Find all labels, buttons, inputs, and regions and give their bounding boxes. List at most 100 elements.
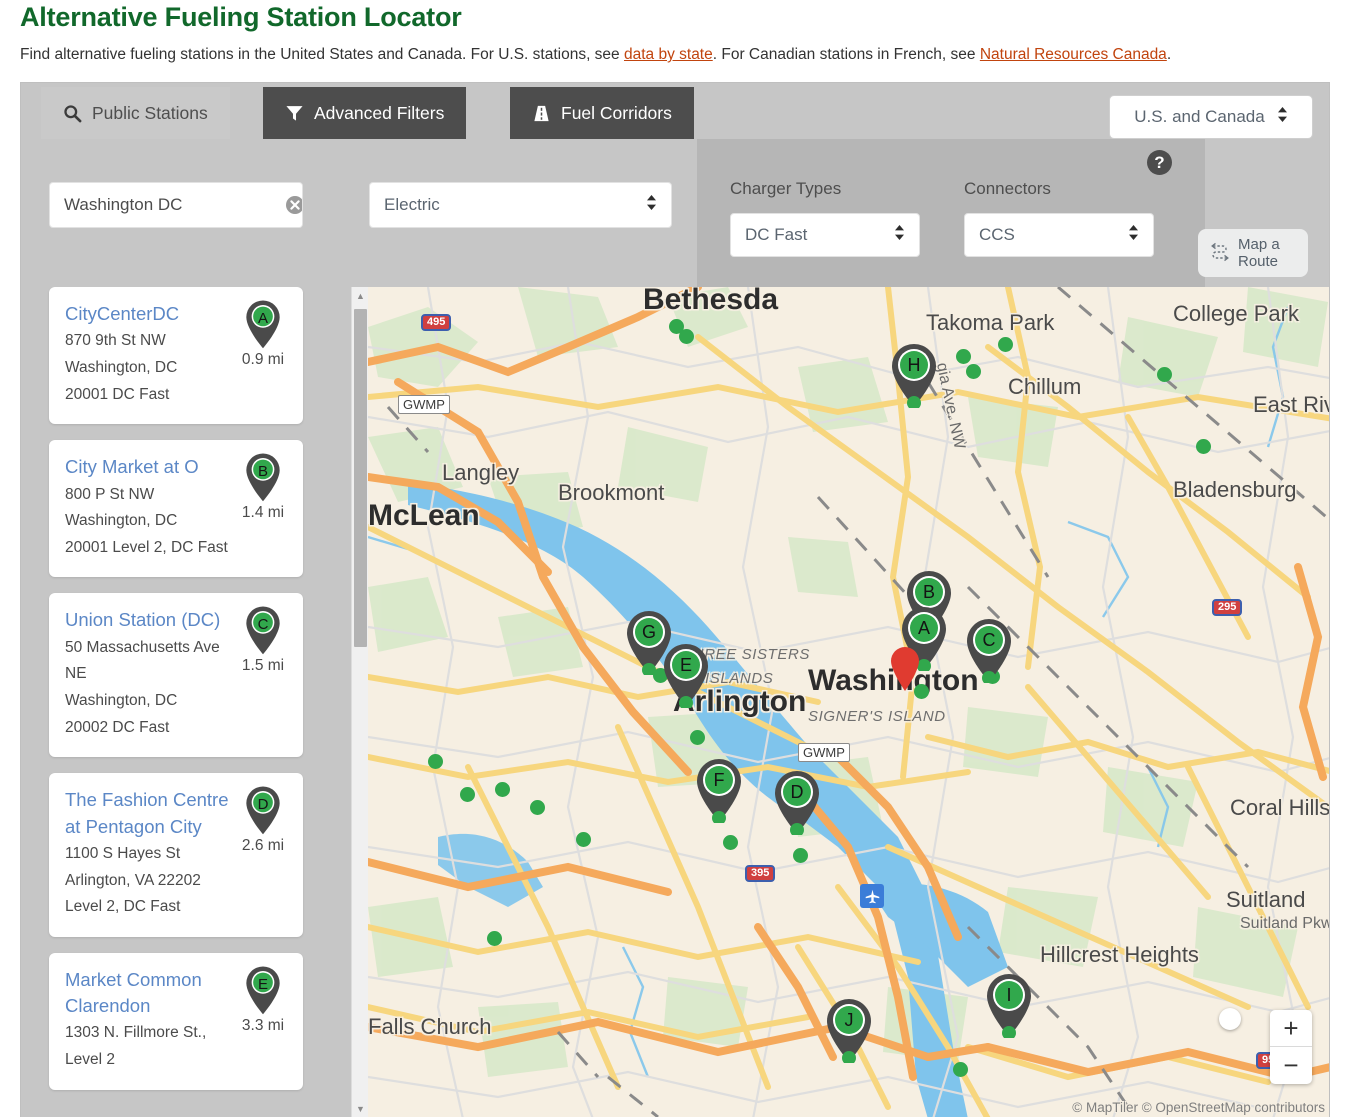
map-station-pin[interactable]: I (983, 972, 1035, 1040)
station-marker-icon: D 2.6 mi (237, 785, 289, 855)
results-and-map: CityCenterDC 870 9th St NW Washington, DC 2… (21, 287, 1329, 1117)
map-poi-dot[interactable] (956, 349, 971, 364)
map-route-line1: Map a (1238, 235, 1280, 253)
map-station-pin[interactable]: F (693, 757, 745, 825)
charger-types-label: Charger Types (730, 179, 842, 198)
map-poi-dot[interactable] (460, 787, 475, 802)
region-select[interactable]: U.S. and Canada (1109, 95, 1313, 139)
airport-icon (860, 884, 884, 908)
station-list-scrollbar[interactable]: ▲ ▼ (351, 287, 369, 1117)
map-poi-dot[interactable] (690, 730, 705, 745)
station-card[interactable]: Union Station (DC) 50 Massachusetts Ave N… (49, 593, 303, 758)
tab-fuel-corridors[interactable]: Fuel Corridors (510, 87, 694, 139)
station-distance: 2.6 mi (241, 837, 285, 855)
region-select-value: U.S. and Canada (1134, 107, 1265, 126)
scroll-down-arrow[interactable]: ▼ (352, 1100, 369, 1117)
map-poi-dot[interactable] (487, 931, 502, 946)
map-poi-dot[interactable] (576, 832, 591, 847)
tab-advanced-filters[interactable]: Advanced Filters (263, 87, 467, 139)
app-root: Alternative Fueling Station Locator Find… (0, 0, 1350, 1117)
station-name[interactable]: Union Station (DC) (65, 607, 233, 633)
map-poi-dot[interactable] (723, 835, 738, 850)
zoom-in-button[interactable]: + (1270, 1010, 1312, 1047)
connectors-label: Connectors (964, 179, 1051, 198)
map-poi-dot[interactable] (495, 782, 510, 797)
map-station-pin[interactable]: D (771, 769, 823, 837)
clear-circle-icon (286, 196, 302, 214)
map-poi-dot[interactable] (1157, 367, 1172, 382)
map-station-pin[interactable]: E (660, 642, 712, 710)
station-distance: 1.5 mi (241, 657, 285, 675)
station-marker-icon: A 0.9 mi (237, 299, 289, 369)
station-card[interactable]: Market Common Clarendon 1303 N. Fillmore … (49, 952, 303, 1090)
map-poi-dot[interactable] (530, 800, 545, 815)
subtitle-text-2: . For Canadian stations in French, see (712, 46, 980, 63)
road-icon (532, 104, 551, 123)
fuel-type-select[interactable]: Electric (369, 182, 672, 228)
map-station-pin[interactable]: C (963, 617, 1015, 685)
search-center-pin-icon (888, 646, 922, 692)
tab-public-stations[interactable]: Public Stations (41, 87, 230, 139)
map-route-line2: Route (1238, 253, 1279, 270)
tab-fuel-corridors-label: Fuel Corridors (561, 102, 672, 123)
station-card[interactable]: City Market at O 800 P St NW Washington, D… (49, 440, 303, 578)
map-poi-dot[interactable] (679, 329, 694, 344)
geolocate-button[interactable] (1219, 1008, 1241, 1030)
charger-types-group: Charger Types DC Fast (730, 179, 920, 257)
search-input[interactable] (50, 183, 285, 227)
map-station-pin[interactable]: H (888, 342, 940, 410)
station-name[interactable]: Market Common Clarendon (65, 967, 233, 1020)
link-data-by-state[interactable]: data by state (624, 46, 713, 63)
tab-advanced-filters-label: Advanced Filters (314, 102, 445, 123)
station-distance: 1.4 mi (241, 504, 285, 522)
highway-shield-395: 395 (745, 865, 776, 882)
help-circle-icon[interactable]: ? (1147, 150, 1172, 175)
connectors-select[interactable]: CCS (964, 213, 1154, 257)
station-list[interactable]: CityCenterDC 870 9th St NW Washington, DC 2… (21, 287, 321, 1117)
route-icon (1209, 240, 1231, 266)
station-card[interactable]: CityCenterDC 870 9th St NW Washington, DC 2… (49, 287, 303, 425)
zoom-out-button[interactable]: − (1270, 1047, 1312, 1084)
map-poi-dot[interactable] (793, 848, 808, 863)
map-poi-dot[interactable] (998, 337, 1013, 352)
chevron-updown-icon (1128, 224, 1139, 246)
charger-types-value: DC Fast (745, 225, 808, 244)
chevron-updown-icon (646, 194, 657, 216)
map-poi-dot[interactable] (1196, 439, 1211, 454)
chevron-updown-icon (1277, 106, 1288, 128)
highway-shield-295: 295 (1212, 599, 1243, 616)
chevron-updown-icon (894, 224, 905, 246)
search-icon (63, 104, 82, 123)
map-poi-dot[interactable] (966, 364, 981, 379)
station-address: 870 9th St NW Washington, DC 20001 DC Fast (65, 332, 178, 403)
station-card[interactable]: The Fashion Centre at Pentagon City 1100 … (49, 773, 303, 937)
page-title: Alternative Fueling Station Locator (20, 2, 462, 32)
map-canvas[interactable]: Bethesda Takoma Park College Park Chillum Ea… (368, 287, 1329, 1117)
map-attribution: © MapTiler © OpenStreetMap contributors (1072, 1100, 1325, 1115)
charger-types-select[interactable]: DC Fast (730, 213, 920, 257)
ev-filters-panel: Charger Types DC Fast Connectors CCS ? (697, 139, 1205, 287)
station-name[interactable]: City Market at O (65, 454, 233, 480)
location-search (49, 182, 303, 228)
road-tag-gwmp-1: GWMP (398, 395, 450, 414)
station-distance: 0.9 mi (241, 351, 285, 368)
connectors-group: Connectors CCS (964, 179, 1154, 257)
locator-panel: Public Stations Advanced Filters Fuel Co… (20, 82, 1330, 1117)
station-name[interactable]: The Fashion Centre at Pentagon City (65, 787, 233, 840)
link-natural-resources-canada[interactable]: Natural Resources Canada (980, 46, 1167, 63)
station-marker-icon: C 1.5 mi (237, 605, 289, 675)
clear-search-button[interactable] (285, 183, 302, 227)
map-poi-dot[interactable] (428, 754, 443, 769)
map-a-route-button[interactable]: Map a Route (1198, 229, 1308, 277)
map-poi-dot[interactable] (953, 1062, 968, 1077)
map-station-pin[interactable]: J (823, 997, 875, 1065)
scrollbar-thumb[interactable] (354, 309, 367, 647)
station-name[interactable]: CityCenterDC (65, 301, 233, 327)
filter-icon (285, 104, 304, 123)
filter-bar: Electric Charger Types DC Fast Con (21, 139, 1329, 287)
map-zoom-controls: + − (1270, 1010, 1312, 1084)
tab-public-stations-label: Public Stations (92, 102, 208, 123)
station-marker-icon: B 1.4 mi (237, 452, 289, 522)
station-address: 50 Massachusetts Ave NE Washington, DC 200… (65, 638, 220, 736)
scroll-up-arrow[interactable]: ▲ (352, 287, 369, 304)
